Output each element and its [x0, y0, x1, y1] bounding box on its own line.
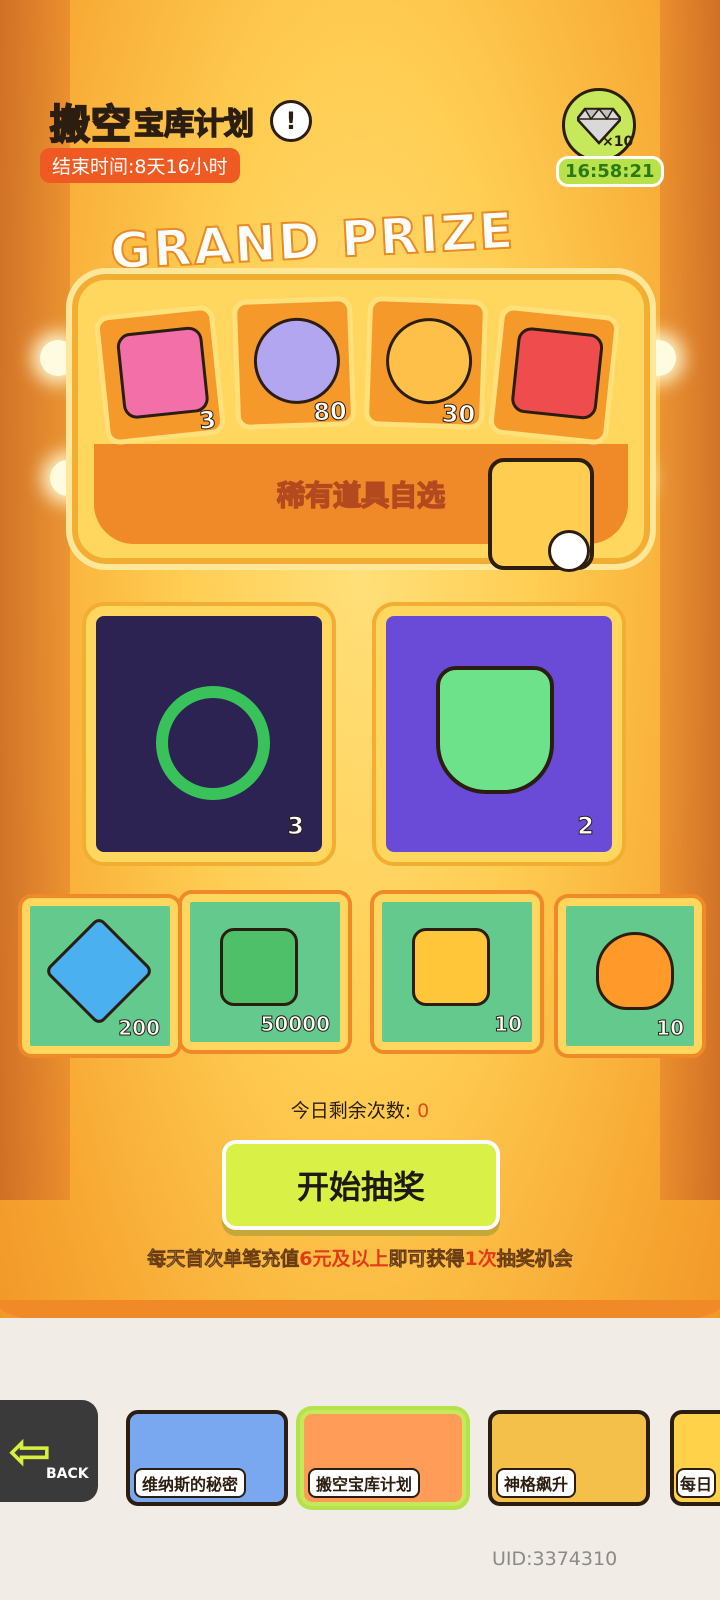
tile-count: 10 — [656, 1016, 685, 1041]
title-part2: 宝库计划 — [133, 106, 255, 143]
prize-count: 3 — [197, 405, 218, 436]
prize-tile[interactable]: 30 — [363, 295, 489, 431]
gem-timer-widget[interactable]: ×10 16:58:21 — [556, 88, 664, 187]
reward-tile[interactable]: 50000 — [182, 894, 348, 1050]
event-page: 搬空 宝库计划 ! 结束时间:8天16小时 ×10 16:58:21 GRAND… — [0, 0, 720, 1600]
reward-card[interactable]: 2 — [376, 606, 622, 862]
note-highlight2: 1次 — [464, 1248, 497, 1270]
tile-count: 200 — [118, 1016, 161, 1041]
page-title: 搬空 宝库计划 ! — [49, 92, 312, 150]
nav-tab-venus-secret[interactable]: 维纳斯的秘密 — [126, 1410, 288, 1506]
nav-tab-label: 每日 — [676, 1468, 717, 1498]
prize-tile[interactable]: 3 — [93, 304, 227, 446]
diamond-icon — [43, 915, 155, 1027]
reward-tile[interactable]: 10 — [374, 894, 540, 1050]
magnify-icon[interactable] — [548, 530, 590, 572]
nav-tab-label: 搬空宝库计划 — [308, 1468, 421, 1498]
money-icon — [220, 928, 298, 1006]
note-highlight1: 6元及以上 — [299, 1248, 389, 1270]
prize-count: 80 — [312, 397, 348, 427]
countdown-timer: 16:58:21 — [556, 156, 664, 187]
tile-count: 50000 — [260, 1012, 331, 1037]
back-label: BACK — [46, 1466, 89, 1482]
card-count: 3 — [287, 812, 305, 841]
end-time-badge: 结束时间:8天16小时 — [40, 148, 240, 183]
nav-tab-label: 神格飙升 — [496, 1468, 577, 1498]
start-draw-button[interactable]: 开始抽奖 — [222, 1140, 500, 1230]
reward-tile[interactable]: 10 — [558, 898, 702, 1054]
nav-tab-daily[interactable]: 每日 — [670, 1410, 720, 1506]
note-part1: 每天首次单笔充值 — [147, 1248, 300, 1271]
reward-card-claimed[interactable]: 3 — [86, 606, 332, 862]
prize-tile[interactable]: 80 — [231, 295, 357, 431]
coin-cards-icon — [412, 928, 490, 1006]
remaining-label: 今日剩余次数: — [290, 1100, 412, 1122]
gem-count: ×10 — [602, 134, 634, 150]
nav-tab-god-rise[interactable]: 神格飙升 — [488, 1410, 650, 1506]
reward-tile[interactable]: 200 — [22, 898, 178, 1054]
title-part1: 搬空 — [49, 101, 132, 149]
card-count: 2 — [577, 812, 595, 841]
remaining-value: 0 — [417, 1100, 430, 1122]
note-part3: 抽奖机会 — [496, 1248, 573, 1271]
check-ticket-icon — [156, 686, 270, 800]
back-button[interactable]: ⇦ BACK — [0, 1400, 98, 1502]
nav-tab-vault-plan[interactable]: 搬空宝库计划 — [300, 1410, 466, 1506]
recharge-note: 每天首次单笔充值6元及以上即可获得1次抽奖机会 — [0, 1244, 720, 1271]
user-id: UID:3374310 — [492, 1548, 618, 1570]
info-icon[interactable]: ! — [270, 100, 312, 142]
note-part2: 即可获得 — [388, 1248, 465, 1271]
drink-cup-icon — [436, 666, 554, 794]
can-orange-icon — [384, 316, 474, 406]
ticket-icon — [115, 325, 211, 420]
prize-tile[interactable] — [487, 304, 621, 446]
prize-count: 30 — [441, 399, 476, 429]
remaining-draws: 今日剩余次数: 0 — [0, 1096, 720, 1123]
nav-tab-label: 维纳斯的秘密 — [134, 1468, 247, 1498]
can-purple-icon — [252, 316, 342, 406]
tile-count: 10 — [494, 1012, 523, 1037]
red-cube-icon — [509, 326, 605, 421]
diamond-gift-icon — [562, 88, 636, 162]
fire-icon — [596, 932, 674, 1010]
